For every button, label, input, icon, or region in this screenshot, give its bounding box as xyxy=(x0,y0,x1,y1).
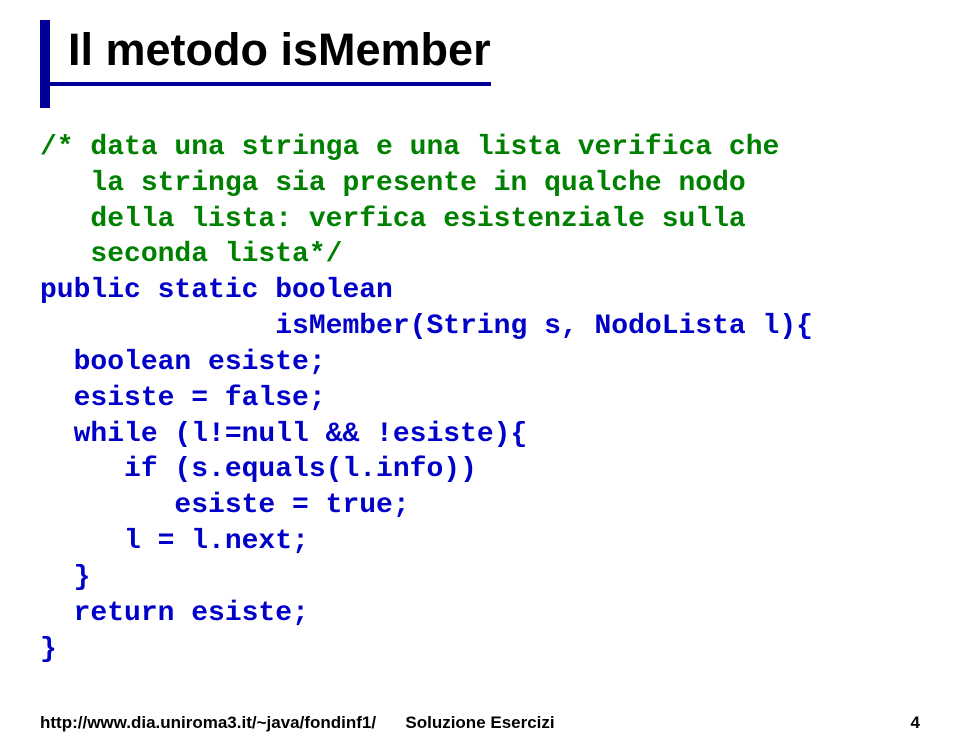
code-line: isMember(String s, NodoLista l){ xyxy=(40,311,813,342)
code-line: boolean esiste; xyxy=(40,347,326,378)
code-comment: /* data una stringa e una lista verifica… xyxy=(40,132,779,270)
code-line: l = l.next; xyxy=(40,526,309,557)
footer-left: http://www.dia.uniroma3.it/~java/fondinf… xyxy=(40,713,376,733)
title-wrap: Il metodo isMember xyxy=(40,20,491,108)
code-line: esiste = false; xyxy=(40,383,326,414)
code-line: } xyxy=(40,634,57,665)
code-line: esiste = true; xyxy=(40,490,410,521)
footer-page-number: 4 xyxy=(911,713,920,733)
code-line: if (s.equals(l.info)) xyxy=(40,454,477,485)
slide-title: Il metodo isMember xyxy=(68,24,491,76)
code-line: while (l!=null && !esiste){ xyxy=(40,419,527,450)
footer-center: Soluzione Esercizi xyxy=(405,713,554,733)
code-block: /* data una stringa e una lista verifica… xyxy=(40,130,920,667)
code-line: public static boolean xyxy=(40,275,393,306)
slide-page: Il metodo isMember /* data una stringa e… xyxy=(0,0,960,751)
footer: http://www.dia.uniroma3.it/~java/fondinf… xyxy=(40,713,920,733)
code-line: } xyxy=(40,562,90,593)
code-line: return esiste; xyxy=(40,598,309,629)
title-inner: Il metodo isMember xyxy=(50,20,491,86)
